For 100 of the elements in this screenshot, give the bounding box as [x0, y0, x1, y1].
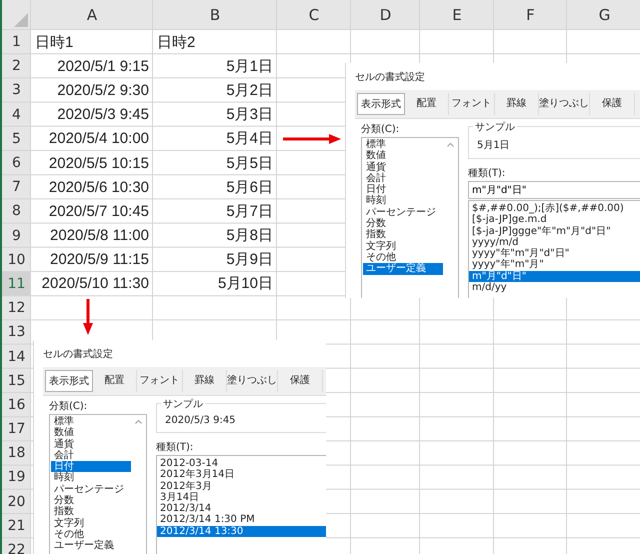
column-header[interactable]: D: [351, 0, 420, 30]
row-header[interactable]: 13: [2, 320, 31, 344]
field-label: 種類(T):: [156, 440, 194, 454]
list-item[interactable]: yyyy"年"m"月": [469, 259, 640, 271]
row-header[interactable]: 1: [2, 30, 31, 54]
column-header[interactable]: F: [494, 0, 567, 30]
table-cell: 5月3日: [226, 105, 273, 124]
list-item[interactable]: 2012/3/14 1:30 PM: [157, 514, 326, 526]
column-header[interactable]: B: [153, 0, 277, 30]
tab[interactable]: 表示形式: [45, 370, 93, 392]
category-list[interactable]: 標準 数値 通貨 会計 日付 時刻 パーセンテージ 分数 指数 文字列 その他 ユーザー定義: [49, 414, 147, 554]
list-item[interactable]: 2012-03-14: [157, 458, 326, 470]
list-item[interactable]: 通貨: [51, 438, 131, 450]
row-header[interactable]: 2: [2, 54, 31, 78]
field-label: 分類(C):: [49, 400, 88, 413]
tab[interactable]: 罫線: [183, 370, 227, 392]
list-item[interactable]: 時刻: [51, 472, 131, 484]
row-header[interactable]: 12: [2, 296, 31, 320]
column-header[interactable]: C: [277, 0, 351, 30]
list-item[interactable]: 2012年3月14日: [157, 469, 326, 481]
list-item[interactable]: 分数: [363, 218, 443, 230]
list-item[interactable]: m"月"d"日": [469, 270, 640, 282]
table-cell: 2020/5/1 9:15: [57, 58, 149, 75]
table-cell: 5月5日: [226, 154, 273, 173]
scroll-up-icon[interactable]: [135, 420, 142, 424]
group-label: サンプル: [473, 120, 517, 134]
list-item[interactable]: 3月14日: [157, 492, 326, 504]
select-all-icon[interactable]: [14, 13, 28, 27]
tab[interactable]: 罫線: [495, 93, 539, 115]
format-list[interactable]: 2012-03-14 2012年3月14日 2012年3月 3月14日 2012/3/14 2012/3/14 1:30 PM 2012/3/14 13:30: [156, 455, 326, 554]
row-header[interactable]: 18: [2, 441, 31, 466]
list-item[interactable]: yyyy"年"m"月"d"日": [469, 248, 640, 260]
list-item[interactable]: パーセンテージ: [51, 484, 131, 496]
list-item[interactable]: その他: [51, 528, 131, 540]
format-list[interactable]: $#,##0.00_);[赤]($#,##0.00) [$-ja-JP]ge.m.d [$-ja-JP]ggge"年"m"月"d"日" yyyy/m/d yyyy"年"m"月"d"日" yyyy"年"m"月" m"月"d"日" m/d/yy: [468, 200, 640, 298]
row-header[interactable]: 17: [2, 417, 31, 442]
list-item[interactable]: 会計: [363, 172, 443, 184]
tab[interactable]: 塗りつぶし: [227, 370, 278, 392]
tab[interactable]: 配置: [93, 370, 137, 392]
dialog-title: セルの書式設定: [42, 348, 114, 362]
row-header[interactable]: 21: [2, 514, 31, 538]
table-cell: 5月8日: [226, 226, 273, 246]
column-header[interactable]: G: [567, 0, 640, 30]
tab[interactable]: 配置: [405, 93, 449, 115]
list-item[interactable]: [$-ja-JP]ge.m.d: [469, 214, 640, 226]
scroll-up-icon[interactable]: [447, 143, 454, 147]
list-item[interactable]: 日付: [363, 184, 443, 196]
tab[interactable]: 保護: [590, 93, 635, 115]
table-cell: 2020/5/3 9:45: [57, 106, 149, 124]
row-header[interactable]: 7: [2, 175, 31, 200]
row-header[interactable]: 20: [2, 490, 31, 514]
list-item[interactable]: m/d/yy: [469, 282, 640, 294]
list-item[interactable]: パーセンテージ: [363, 206, 443, 218]
tab[interactable]: フォント: [137, 370, 183, 392]
row-header[interactable]: 5: [2, 126, 31, 151]
list-item[interactable]: 標準: [51, 416, 131, 428]
input-field[interactable]: m"月"d"日": [468, 181, 640, 199]
column-header[interactable]: E: [420, 0, 494, 30]
list-item[interactable]: ユーザー定義: [363, 263, 443, 275]
list-item[interactable]: 文字列: [363, 240, 443, 252]
tab[interactable]: 表示形式: [357, 93, 405, 115]
table-cell: 5月4日: [226, 129, 273, 148]
list-item[interactable]: 数値: [363, 150, 443, 162]
list-item[interactable]: 数値: [51, 427, 131, 439]
list-item[interactable]: 2012/3/14 13:30: [157, 526, 326, 538]
list-item[interactable]: 分数: [51, 495, 131, 506]
arrow: [283, 134, 341, 144]
category-list[interactable]: 標準 数値 通貨 会計 日付 時刻 パーセンテージ 分数 指数 文字列 その他 ユーザー定義: [361, 137, 459, 298]
arrow: [83, 299, 93, 335]
tab[interactable]: フォント: [449, 93, 495, 115]
list-item[interactable]: yyyy/m/d: [469, 236, 640, 248]
list-item[interactable]: 指数: [51, 506, 131, 518]
list-item[interactable]: ユーザー定義: [51, 540, 131, 552]
table-cell: 5月9日: [226, 250, 273, 270]
row-header[interactable]: 15: [2, 368, 31, 393]
row-header[interactable]: 4: [2, 102, 31, 127]
list-item[interactable]: 時刻: [363, 195, 443, 207]
row-header[interactable]: 10: [2, 248, 31, 272]
tab[interactable]: 塗りつぶし: [539, 93, 590, 115]
table-cell: 日時2: [157, 32, 196, 52]
list-item[interactable]: 2012/3/14: [157, 503, 326, 514]
list-item[interactable]: $#,##0.00_);[赤]($#,##0.00): [469, 203, 640, 214]
row-header[interactable]: 9: [2, 224, 31, 248]
list-item[interactable]: 会計: [51, 450, 131, 462]
row-header[interactable]: 22: [2, 538, 31, 554]
table-cell: 5月7日: [226, 202, 273, 221]
list-item[interactable]: 日付: [51, 461, 131, 472]
list-item[interactable]: 文字列: [51, 518, 131, 529]
list-item[interactable]: 指数: [363, 229, 443, 241]
column-header[interactable]: A: [31, 0, 153, 30]
list-item[interactable]: [$-ja-JP]ggge"年"m"月"d"日": [469, 226, 640, 237]
list-item[interactable]: 通貨: [363, 162, 443, 173]
list-item[interactable]: 標準: [363, 139, 443, 150]
tab[interactable]: 保護: [278, 370, 323, 392]
list-item[interactable]: 2012年3月: [157, 480, 326, 492]
sample-text: 5月1日: [477, 139, 511, 152]
sample-text: 2020/5/3 9:45: [165, 415, 237, 426]
table-cell: 2020/5/2 9:30: [57, 82, 149, 99]
field-label: 種類(T):: [468, 166, 506, 180]
list-item[interactable]: その他: [363, 252, 443, 264]
